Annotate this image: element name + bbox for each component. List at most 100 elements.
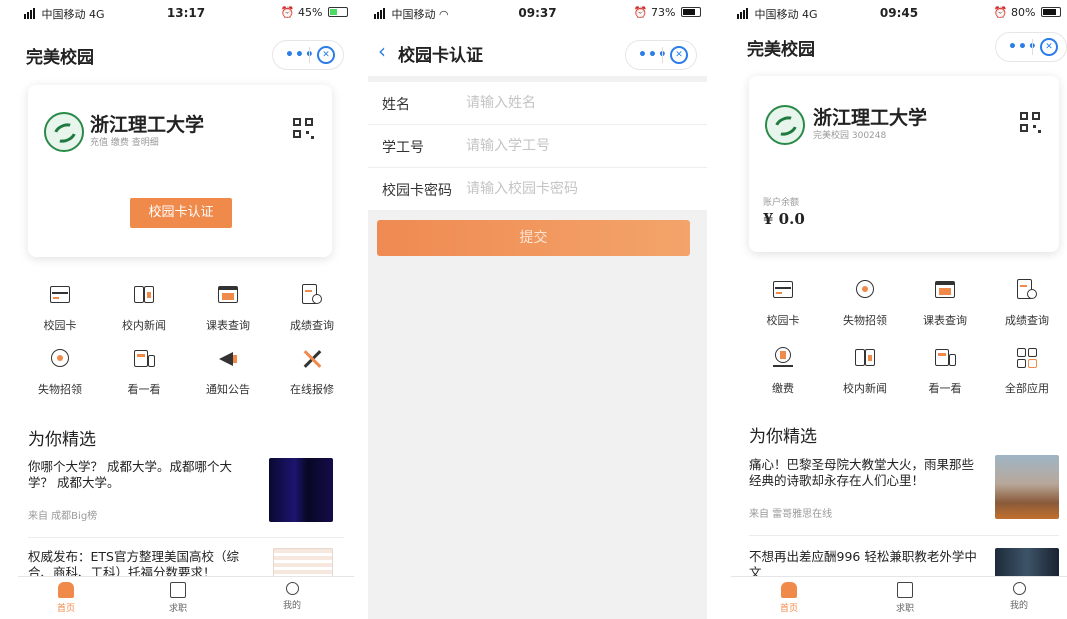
grid-label: 校内新闻 xyxy=(843,382,887,395)
grid-item-campus-card[interactable]: 校园卡 xyxy=(18,283,102,333)
profile-icon xyxy=(285,582,299,595)
campus-card[interactable]: 浙江理工大学 完美校园 300248 账户余额 ¥ 0.0 xyxy=(749,76,1059,252)
student-id-input[interactable] xyxy=(466,133,686,159)
university-logo xyxy=(765,105,805,145)
grid-item-payment[interactable]: 缴费 xyxy=(741,346,825,396)
mini-program-capsule: ••• ✕ xyxy=(625,40,697,70)
grid-label: 失物招领 xyxy=(38,383,82,396)
close-icon[interactable]: ✕ xyxy=(317,46,335,64)
grid-item-lost-found[interactable]: 失物招领 xyxy=(823,278,907,328)
grid-label: 在线报修 xyxy=(290,383,334,396)
page-title: 完美校园 xyxy=(747,40,815,60)
grid-label: 看一看 xyxy=(928,382,962,395)
tab-label: 首页 xyxy=(56,604,75,614)
grid-item-campus-news[interactable]: 校内新闻 xyxy=(823,346,907,396)
close-icon[interactable]: ✕ xyxy=(1040,38,1058,56)
feed-source: 来自 雷哥雅思在线 xyxy=(749,509,833,520)
page-title: 校园卡认证 xyxy=(398,46,483,66)
university-logo xyxy=(44,112,84,152)
lost-found-icon xyxy=(48,347,72,371)
university-name: 浙江理工大学 xyxy=(813,107,928,129)
megaphone-icon xyxy=(216,347,240,371)
grid-label: 成绩查询 xyxy=(1005,314,1049,327)
field-label: 学工号 xyxy=(382,140,424,156)
section-title: 为你精选 xyxy=(28,430,96,450)
grid-label: 缴费 xyxy=(772,382,794,395)
alarm-icon: ⏰ xyxy=(280,6,295,19)
grid-label: 校园卡 xyxy=(43,319,77,332)
battery-percent: 80% xyxy=(1011,6,1036,19)
back-icon[interactable]: ‹ xyxy=(378,39,386,63)
tab-bar: 首页 求职 我的 xyxy=(18,576,354,619)
tab-label: 求职 xyxy=(895,604,914,614)
news-icon xyxy=(132,283,156,307)
card-subtitle: 充值 缴费 查明细 xyxy=(90,138,159,148)
nav-bar: 完美校园 ••• ✕ xyxy=(18,30,354,76)
form-row-name: 姓名 xyxy=(368,82,707,125)
news-icon xyxy=(853,346,877,370)
grid-label: 看一看 xyxy=(127,383,161,396)
status-bar: 中国移动 4G 13:17 ⏰ 45% xyxy=(18,0,354,26)
calendar-icon xyxy=(216,283,240,307)
tab-me[interactable]: 我的 xyxy=(252,582,332,611)
qr-code-icon[interactable] xyxy=(293,118,315,140)
battery-icon xyxy=(328,7,348,17)
payment-icon xyxy=(771,346,795,370)
calendar-icon xyxy=(933,278,957,302)
grid-item-timetable[interactable]: 课表查询 xyxy=(186,283,270,333)
grid-item-lost-found[interactable]: 失物招领 xyxy=(18,347,102,397)
tab-jobs[interactable]: 求职 xyxy=(138,582,218,614)
tab-home[interactable]: 首页 xyxy=(26,582,106,614)
grid-item-all-apps[interactable]: 全部应用 xyxy=(985,346,1067,396)
more-icon[interactable]: ••• xyxy=(285,47,315,63)
grid-label: 全部应用 xyxy=(1005,382,1049,395)
name-input[interactable] xyxy=(466,90,686,116)
jobs-icon xyxy=(170,582,186,598)
card-icon xyxy=(771,278,795,302)
home-icon xyxy=(58,582,74,598)
card-icon xyxy=(48,283,72,307)
divider xyxy=(28,537,344,538)
grid-label: 课表查询 xyxy=(206,319,250,332)
capsule-divider xyxy=(662,47,663,63)
tab-home[interactable]: 首页 xyxy=(749,582,829,614)
grid-item-notice[interactable]: 通知公告 xyxy=(186,347,270,397)
alarm-icon: ⏰ xyxy=(993,6,1008,19)
tab-jobs[interactable]: 求职 xyxy=(865,582,945,614)
all-apps-icon xyxy=(1015,346,1039,370)
section-title: 为你精选 xyxy=(749,427,817,447)
grid-label: 失物招领 xyxy=(843,314,887,327)
nav-bar: 完美校园 ••• ✕ xyxy=(731,22,1067,68)
tab-label: 我的 xyxy=(1009,601,1028,611)
university-name: 浙江理工大学 xyxy=(90,114,205,136)
close-icon[interactable]: ✕ xyxy=(670,46,688,64)
grid-item-campus-news[interactable]: 校内新闻 xyxy=(102,283,186,333)
grid-item-look[interactable]: 看一看 xyxy=(903,346,987,396)
feed-title: 痛心！巴黎圣母院大教堂大火，雨果那些经典的诗歌却永存在人们心里！ xyxy=(749,457,975,488)
form-row-student-id: 学工号 xyxy=(368,125,707,168)
tab-label: 我的 xyxy=(282,601,301,611)
look-icon xyxy=(132,347,156,371)
grid-item-grades[interactable]: 成绩查询 xyxy=(985,278,1067,328)
grid-label: 校园卡 xyxy=(766,314,800,327)
more-icon[interactable]: ••• xyxy=(1008,39,1038,55)
feed-thumbnail xyxy=(995,455,1059,519)
campus-card-verify-button[interactable]: 校园卡认证 xyxy=(130,198,232,228)
capsule-divider xyxy=(1032,39,1033,55)
grid-item-timetable[interactable]: 课表查询 xyxy=(903,278,987,328)
submit-button[interactable]: 提交 xyxy=(377,220,690,256)
grid-item-repair[interactable]: 在线报修 xyxy=(270,347,354,397)
lost-found-icon xyxy=(853,278,877,302)
jobs-icon xyxy=(897,582,913,598)
card-password-input[interactable] xyxy=(466,176,686,202)
battery-icon xyxy=(681,7,701,17)
grid-item-look[interactable]: 看一看 xyxy=(102,347,186,397)
more-icon[interactable]: ••• xyxy=(638,47,668,63)
tab-me[interactable]: 我的 xyxy=(979,582,1059,611)
grid-item-grades[interactable]: 成绩查询 xyxy=(270,283,354,333)
grid-item-campus-card[interactable]: 校园卡 xyxy=(741,278,825,328)
feed-source: 来自 成都Big榜 xyxy=(28,511,98,522)
tab-label: 首页 xyxy=(779,604,798,614)
qr-code-icon[interactable] xyxy=(1020,112,1042,134)
screen-home-verified: 中国移动 4G 09:45 ⏰ 80% 完美校园 ••• ✕ 浙江理工大学 完美… xyxy=(731,0,1067,619)
